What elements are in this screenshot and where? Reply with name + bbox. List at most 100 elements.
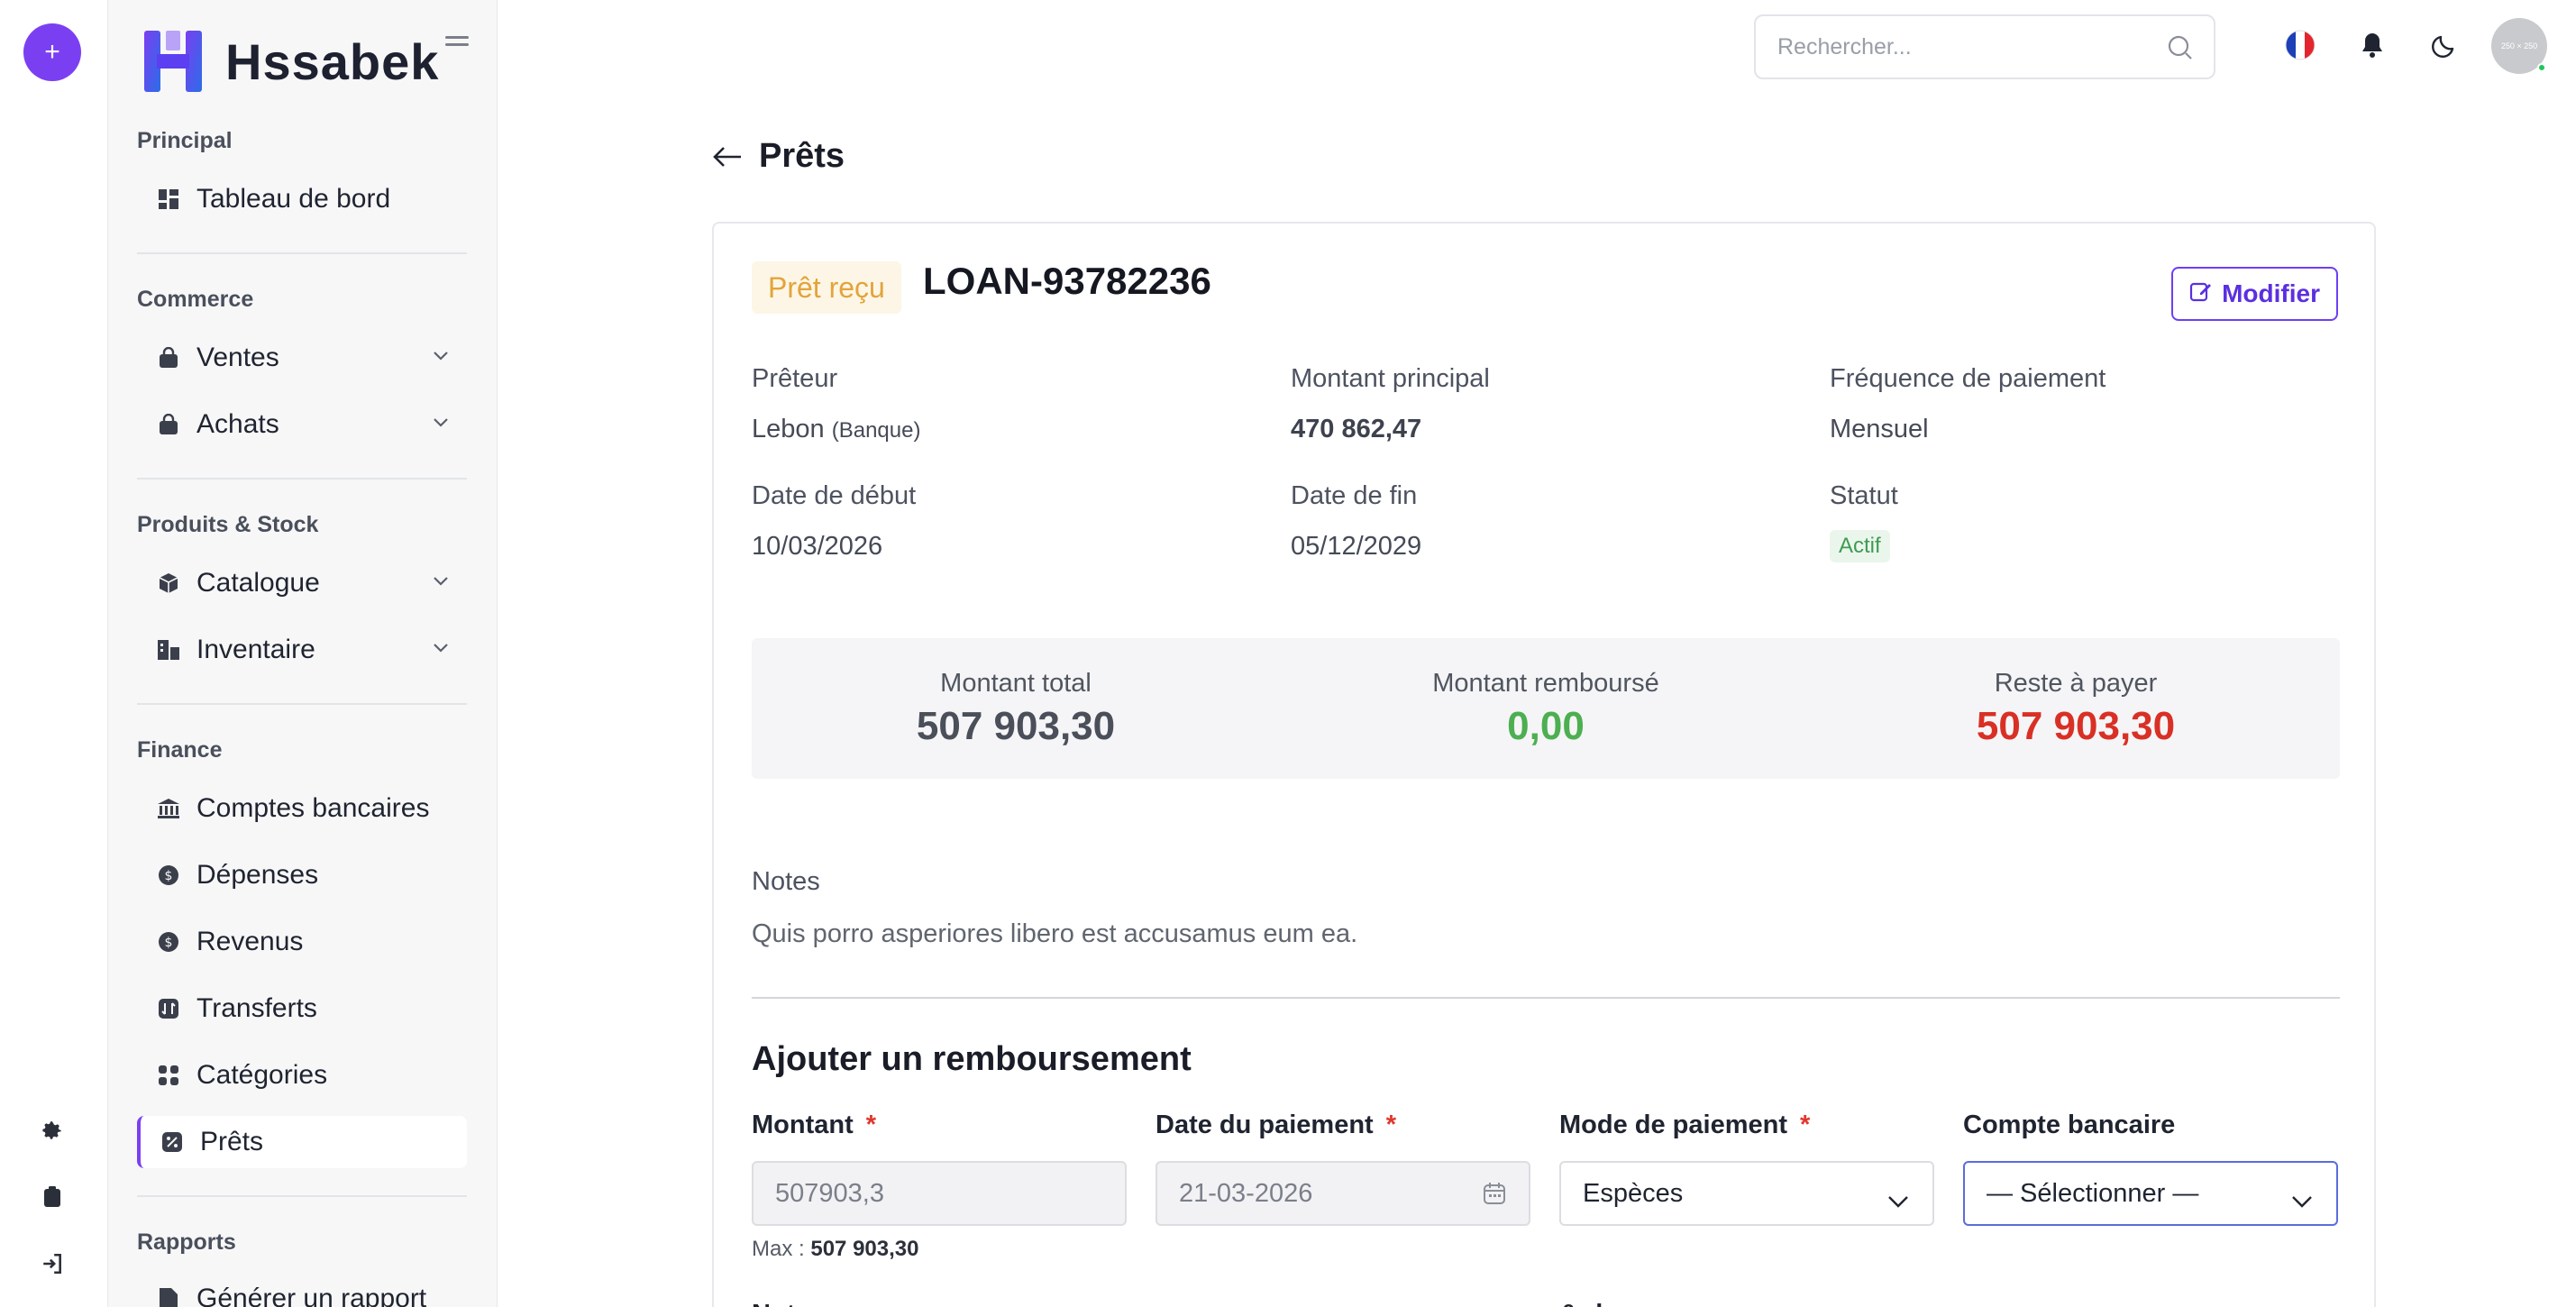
payment-date-field[interactable]: 21-03-2026 <box>1156 1161 1530 1226</box>
chevron-down-icon[interactable] <box>433 416 449 433</box>
sidebar-item-achats[interactable]: Achats <box>137 398 467 451</box>
sidebar-item-catalogue[interactable]: Catalogue <box>137 557 467 609</box>
sidebar-divider <box>137 703 467 705</box>
sidebar-item-categories[interactable]: Catégories <box>137 1049 467 1101</box>
amount-field[interactable]: 507903,3 <box>752 1161 1127 1226</box>
chevron-down-icon <box>1887 1186 1909 1216</box>
payment-method-label-text: Mode de paiement <box>1559 1110 1787 1139</box>
summary-total-value: 507 903,30 <box>916 704 1116 748</box>
sidebar-divider <box>137 478 467 480</box>
summary-remaining-label: Reste à payer <box>1994 669 2158 698</box>
end-date-label: Date de fin <box>1291 481 1418 510</box>
sidebar-item-transferts[interactable]: Transferts <box>137 983 467 1035</box>
icon-rail: + <box>0 0 108 1307</box>
sidebar: Hssabek Principal Tableau de bord Commer… <box>108 0 498 1307</box>
dark-mode-moon-icon[interactable] <box>2428 29 2461 61</box>
summary-remaining: Reste à payer 507 903,30 <box>1812 669 2340 749</box>
categories-icon <box>157 1064 180 1087</box>
warehouse-icon <box>157 638 180 662</box>
cube-icon <box>157 571 180 595</box>
sidebar-item-label: Revenus <box>196 927 304 956</box>
reference-label: & rhon: <box>1559 1300 1652 1307</box>
required-mark: * <box>1385 1110 1397 1139</box>
sidebar-item-label: Tableau de bord <box>196 184 391 214</box>
search-icon[interactable] <box>2167 34 2194 66</box>
sidebar-item-label: Inventaire <box>196 635 315 664</box>
search-input[interactable] <box>1756 16 2134 78</box>
sidebar-item-depenses[interactable]: $ Dépenses <box>137 849 467 901</box>
transfer-icon <box>157 997 180 1020</box>
bank-account-select[interactable]: — Sélectionner — <box>1963 1161 2338 1226</box>
chevron-down-icon <box>2291 1186 2313 1216</box>
online-status-dot <box>2537 63 2546 72</box>
svg-text:$: $ <box>165 869 173 883</box>
bell-icon[interactable] <box>2356 29 2389 61</box>
payment-date-value: 21-03-2026 <box>1179 1178 1313 1208</box>
menu-toggle-icon[interactable] <box>445 36 469 54</box>
dashboard-icon <box>157 187 180 211</box>
brand-logo-icon <box>144 31 202 92</box>
summary-repaid-label: Montant remboursé <box>1432 669 1659 698</box>
required-mark: * <box>1800 1110 1811 1139</box>
sidebar-item-label: Comptes bancaires <box>196 793 430 823</box>
lender-value: Lebon (Banque) <box>752 415 920 444</box>
sidebar-item-ventes[interactable]: Ventes <box>137 332 467 384</box>
notes-text: Quis porro asperiores libero est accusam… <box>752 919 1358 948</box>
max-prefix: Max : <box>752 1237 805 1261</box>
lender-name: Lebon <box>752 415 825 443</box>
sidebar-item-comptes[interactable]: Comptes bancaires <box>137 782 467 835</box>
required-mark: * <box>865 1110 877 1139</box>
section-finance: Finance <box>137 737 223 763</box>
sidebar-item-label: Prêts <box>200 1127 264 1156</box>
section-produits: Produits & Stock <box>137 512 319 537</box>
note-label: Note <box>752 1300 809 1307</box>
sidebar-item-inventaire[interactable]: Inventaire <box>137 624 467 676</box>
brand[interactable]: Hssabek <box>139 27 439 96</box>
sidebar-item-rapport[interactable]: Générer un rapport <box>137 1273 467 1307</box>
notes-label: Notes <box>752 867 820 896</box>
report-icon <box>157 1287 180 1307</box>
sidebar-item-dashboard[interactable]: Tableau de bord <box>137 173 467 225</box>
sidebar-item-label: Transferts <box>196 993 317 1023</box>
back-arrow-icon[interactable] <box>712 144 743 174</box>
sidebar-item-label: Dépenses <box>196 860 319 890</box>
edit-button[interactable]: Modifier <box>2171 267 2338 321</box>
payment-method-value: Espèces <box>1583 1178 1684 1208</box>
chevron-down-icon[interactable] <box>433 642 449 658</box>
sidebar-item-prets[interactable]: Prêts <box>137 1116 467 1168</box>
start-date-label: Date de début <box>752 481 917 510</box>
shopping-bag-icon <box>157 346 180 370</box>
frequency-label: Fréquence de paiement <box>1830 364 2106 393</box>
summary-remaining-value: 507 903,30 <box>1976 704 2176 748</box>
start-date-value: 10/03/2026 <box>752 532 883 561</box>
bank-account-value: — Sélectionner — <box>1987 1178 2199 1208</box>
sidebar-item-label: Catalogue <box>196 568 320 598</box>
loan-type-badge: Prêt reçu <box>752 261 901 314</box>
expense-icon: $ <box>157 864 180 887</box>
chevron-down-icon[interactable] <box>433 350 449 366</box>
edit-button-label: Modifier <box>2222 279 2320 307</box>
status-label: Statut <box>1830 481 1898 510</box>
lender-label: Prêteur <box>752 364 838 393</box>
bank-account-label: Compte bancaire <box>1963 1110 2176 1139</box>
sidebar-item-revenus[interactable]: $ Revenus <box>137 916 467 968</box>
repayment-section-title: Ajouter un remboursement <box>752 1040 1192 1078</box>
amount-value: 507903,3 <box>775 1178 884 1208</box>
amount-label: Montant * <box>752 1110 876 1140</box>
logout-icon[interactable] <box>38 1249 67 1278</box>
loan-detail-card: Prêt reçu LOAN-93782236 Modifier Prêteur… <box>712 222 2376 1307</box>
clipboard-icon[interactable] <box>38 1183 67 1211</box>
payment-date-label-text: Date du paiement <box>1156 1110 1374 1139</box>
quick-add-button[interactable]: + <box>23 23 81 81</box>
sidebar-item-label: Générer un rapport <box>196 1284 427 1307</box>
bank-icon <box>157 797 180 820</box>
calendar-icon[interactable] <box>1482 1181 1507 1213</box>
loan-summary: Montant total 507 903,30 Montant rembour… <box>752 638 2340 779</box>
settings-icon[interactable] <box>38 1116 67 1145</box>
chevron-down-icon[interactable] <box>433 575 449 591</box>
search-box[interactable] <box>1754 14 2215 79</box>
payment-method-select[interactable]: Espèces <box>1559 1161 1934 1226</box>
max-value: 507 903,30 <box>810 1237 919 1261</box>
language-flag-icon[interactable] <box>2284 29 2316 61</box>
section-principal: Principal <box>137 128 233 153</box>
